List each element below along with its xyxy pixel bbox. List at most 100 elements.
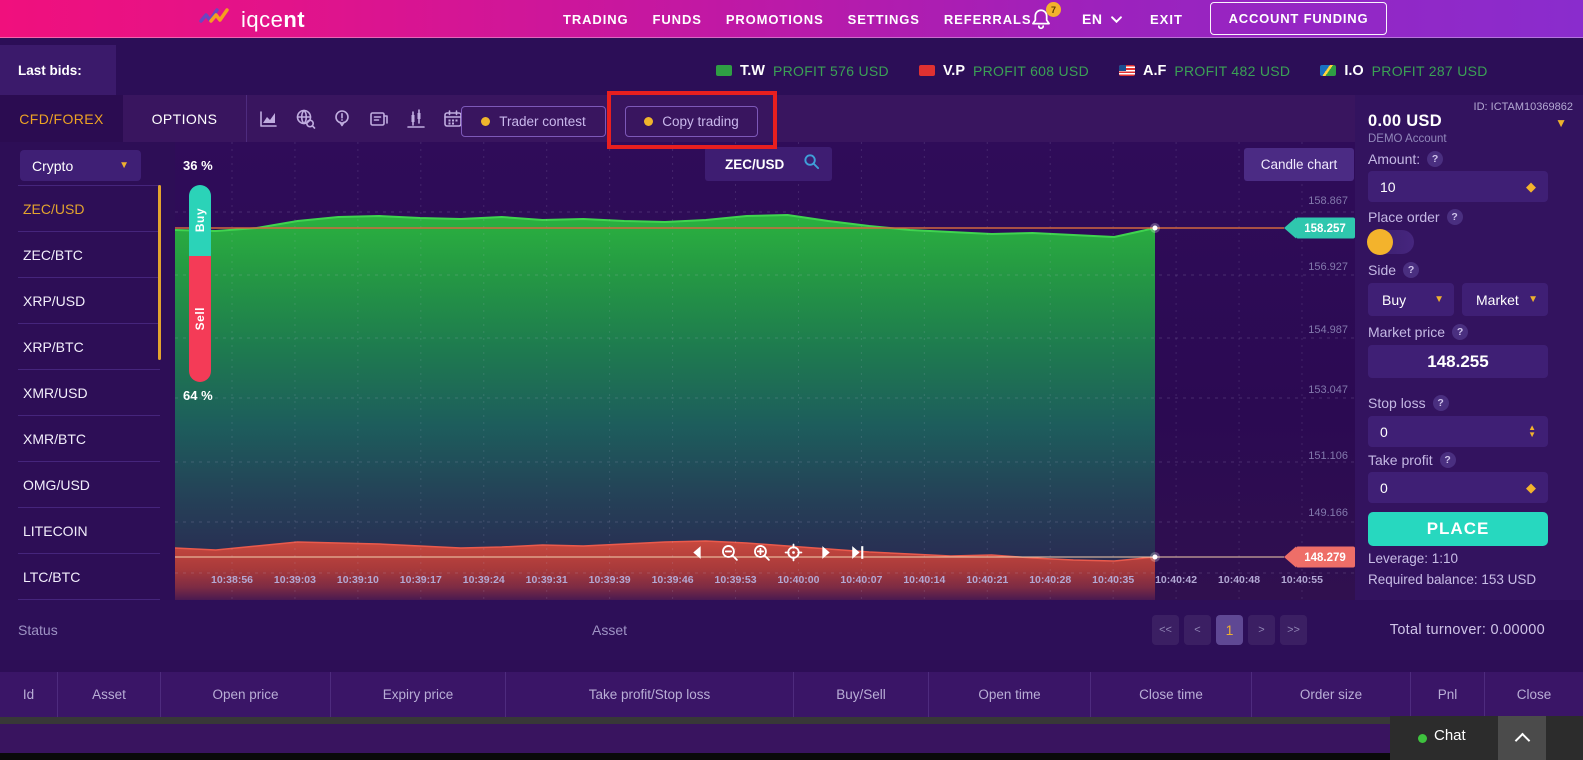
table-header-order-size: Order size bbox=[1251, 672, 1410, 717]
time-tick-label: 10:40:00 bbox=[777, 574, 819, 586]
amount-input[interactable]: 10 ◆ bbox=[1368, 171, 1548, 202]
asset-category-dropdown[interactable]: Crypto ▼ bbox=[20, 150, 141, 181]
chart-zoom-out-button[interactable] bbox=[719, 542, 739, 562]
stop-loss-label: Stop loss ? bbox=[1368, 395, 1449, 411]
leverage-note: Leverage: 1:10 bbox=[1368, 551, 1458, 566]
account-funding-button[interactable]: ACCOUNT FUNDING bbox=[1210, 2, 1387, 35]
svg-text:148.279: 148.279 bbox=[1304, 552, 1346, 564]
help-icon[interactable]: ? bbox=[1427, 151, 1443, 167]
idea-icon[interactable] bbox=[330, 107, 354, 131]
price-tick-label: 158.867 bbox=[1308, 195, 1348, 207]
sidebar-scrollbar[interactable] bbox=[158, 185, 161, 360]
chat-widget[interactable]: Chat bbox=[1390, 716, 1583, 760]
flag-icon bbox=[1119, 65, 1135, 76]
flag-icon bbox=[716, 65, 732, 76]
help-icon[interactable]: ? bbox=[1452, 324, 1468, 340]
exit-button[interactable]: EXIT bbox=[1150, 0, 1183, 38]
symbol-search-input[interactable]: ZEC/USD bbox=[705, 147, 832, 181]
chart-pan-left-button[interactable] bbox=[687, 542, 707, 562]
sidebar-item-xmr-btc[interactable]: XMR/BTC bbox=[18, 416, 160, 462]
diamond-stepper-icon[interactable]: ◆ bbox=[1526, 481, 1536, 494]
diamond-stepper-icon[interactable]: ▲▼ bbox=[1528, 425, 1536, 439]
balance-value[interactable]: 0.00 USD bbox=[1368, 112, 1442, 131]
svg-text:158.257: 158.257 bbox=[1304, 223, 1346, 235]
stop-loss-input[interactable]: 0 ▲▼ bbox=[1368, 416, 1548, 447]
sidebar-item-litecoin[interactable]: LITECOIN bbox=[18, 508, 160, 554]
place-button[interactable]: PLACE bbox=[1368, 512, 1548, 546]
help-icon[interactable]: ? bbox=[1447, 209, 1463, 225]
help-icon[interactable]: ? bbox=[1433, 395, 1449, 411]
help-icon[interactable]: ? bbox=[1440, 452, 1456, 468]
price-tick-label: 149.166 bbox=[1308, 507, 1348, 519]
time-tick-label: 10:39:10 bbox=[337, 574, 379, 586]
asset-list: ZEC/USDZEC/BTCXRP/USDXRP/BTCXMR/USDXMR/B… bbox=[18, 185, 160, 600]
pagination-first[interactable]: << bbox=[1152, 615, 1179, 645]
logo[interactable]: iqcent bbox=[198, 6, 305, 33]
pagination-prev[interactable]: < bbox=[1184, 615, 1211, 645]
order-type-value: Market bbox=[1476, 292, 1519, 308]
price-tick-label: 151.106 bbox=[1308, 450, 1348, 462]
chevron-down-icon bbox=[1111, 16, 1122, 23]
nav-item-referrals[interactable]: REFERRALS bbox=[944, 12, 1032, 27]
candlestick-icon[interactable] bbox=[404, 107, 428, 131]
pagination-next[interactable]: > bbox=[1248, 615, 1275, 645]
price-chart[interactable]: 158.867156.927154.987153.047151.106149.1… bbox=[175, 142, 1355, 600]
candle-chart-button[interactable]: Candle chart bbox=[1244, 148, 1354, 181]
time-tick-label: 10:40:14 bbox=[903, 574, 945, 586]
sidebar-item-xmr-usd[interactable]: XMR/USD bbox=[18, 370, 160, 416]
chart-crosshair-button[interactable] bbox=[783, 542, 803, 562]
nav-item-funds[interactable]: FUNDS bbox=[653, 12, 702, 27]
chart-jump-latest-button[interactable] bbox=[847, 542, 867, 562]
horizontal-scrollbar[interactable] bbox=[0, 717, 1583, 724]
trader-profit: PROFIT 576 USD bbox=[773, 63, 889, 79]
bid-price-tag: 148.279 bbox=[1284, 547, 1355, 568]
pagination-last[interactable]: >> bbox=[1280, 615, 1307, 645]
place-order-label: Place order ? bbox=[1368, 209, 1463, 225]
sidebar-item-xrp-usd[interactable]: XRP/USD bbox=[18, 278, 160, 324]
trader-initials: V.P bbox=[943, 63, 965, 79]
search-icon[interactable] bbox=[803, 153, 820, 175]
chevron-down-icon: ▼ bbox=[1528, 295, 1538, 305]
globe-search-icon[interactable] bbox=[293, 107, 317, 131]
place-order-toggle[interactable] bbox=[1368, 230, 1414, 254]
trader-initials: I.O bbox=[1344, 63, 1363, 79]
side-dropdown[interactable]: Buy ▼ bbox=[1368, 283, 1454, 316]
sidebar-item-zec-btc[interactable]: ZEC/BTC bbox=[18, 232, 160, 278]
sidebar-item-xrp-btc[interactable]: XRP/BTC bbox=[18, 324, 160, 370]
sidebar-item-ltc-btc[interactable]: LTC/BTC bbox=[18, 554, 160, 600]
take-profit-input[interactable]: 0 ◆ bbox=[1368, 472, 1548, 503]
time-tick-label: 10:40:35 bbox=[1092, 574, 1134, 586]
table-header-asset: Asset bbox=[57, 672, 160, 717]
tab-cfd-forex[interactable]: CFD/FOREX bbox=[0, 95, 123, 142]
pagination-page[interactable]: 1 bbox=[1216, 615, 1243, 645]
diamond-stepper-icon[interactable]: ◆ bbox=[1526, 180, 1536, 193]
nav-item-trading[interactable]: TRADING bbox=[563, 12, 629, 27]
ask-price-tag: 158.257 bbox=[1284, 218, 1355, 239]
news-icon[interactable] bbox=[367, 107, 391, 131]
trader-contest-button[interactable]: Trader contest bbox=[461, 106, 606, 137]
time-tick-label: 10:39:03 bbox=[274, 574, 316, 586]
nav-item-settings[interactable]: SETTINGS bbox=[848, 12, 920, 27]
account-id: ID: ICTAM10369862 bbox=[1474, 101, 1573, 113]
area-chart-icon[interactable] bbox=[256, 107, 280, 131]
order-type-dropdown[interactable]: Market ▼ bbox=[1462, 283, 1548, 316]
chart-zoom-in-button[interactable] bbox=[751, 542, 771, 562]
chart-pan-right-button[interactable] bbox=[815, 542, 835, 562]
nav-item-promotions[interactable]: PROMOTIONS bbox=[726, 12, 824, 27]
help-icon[interactable]: ? bbox=[1403, 262, 1419, 278]
copy-trading-button[interactable]: Copy trading bbox=[625, 106, 758, 137]
orders-filter-bar: Status Open ▼ Asset All ▼ <<<1>>> Total … bbox=[0, 600, 1583, 660]
toggle-knob[interactable] bbox=[1367, 229, 1393, 255]
tab-options[interactable]: OPTIONS bbox=[123, 95, 247, 142]
yellow-dot-icon bbox=[644, 117, 653, 126]
sidebar-item-omg-usd[interactable]: OMG/USD bbox=[18, 462, 160, 508]
top-navbar: iqcent TRADING FUNDS PROMOTIONS SETTINGS REF… bbox=[0, 0, 1583, 38]
sidebar-item-zec-usd[interactable]: ZEC/USD bbox=[18, 186, 160, 232]
chat-label: Chat bbox=[1434, 727, 1466, 744]
notifications-bell-icon[interactable]: 7 bbox=[1029, 7, 1053, 31]
balance-dropdown-caret[interactable]: ▼ bbox=[1555, 116, 1567, 130]
gauge-sell-segment: Sell bbox=[189, 256, 211, 382]
gauge-buy-segment: Buy bbox=[189, 185, 211, 256]
chat-expand-button[interactable] bbox=[1498, 716, 1546, 760]
language-selector[interactable]: EN bbox=[1082, 0, 1122, 38]
